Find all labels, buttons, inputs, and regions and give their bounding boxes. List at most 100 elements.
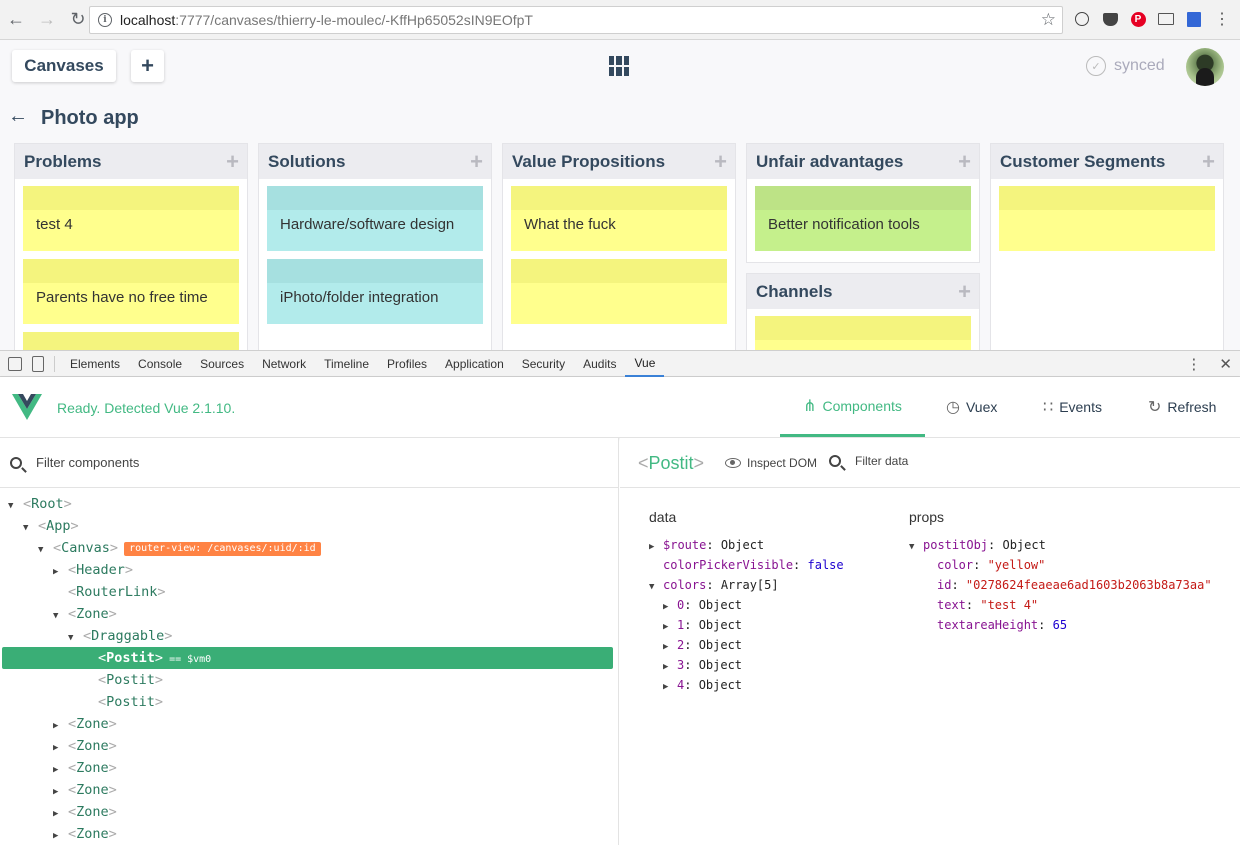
inspect-dom-button[interactable]: Inspect DOM xyxy=(725,456,817,470)
close-icon[interactable]: ✕ xyxy=(1219,355,1232,373)
tree-node[interactable]: ▶ <Zone> xyxy=(0,713,117,735)
collapsed-arrow-icon[interactable]: ▶ xyxy=(663,637,677,657)
tree-node[interactable]: ▶ <Zone> xyxy=(0,757,117,779)
data-row[interactable]: ▶ 2: Object xyxy=(663,635,742,655)
collapsed-arrow-icon[interactable]: ▶ xyxy=(53,781,68,803)
postit[interactable] xyxy=(755,316,971,350)
tree-node[interactable]: ▶ <Zone> xyxy=(0,735,117,757)
canvases-button[interactable]: Canvases xyxy=(12,50,116,82)
collapsed-arrow-icon[interactable]: ▶ xyxy=(663,677,677,697)
data-row[interactable]: ▶ 0: Object xyxy=(663,595,742,615)
devtools-tab-timeline[interactable]: Timeline xyxy=(315,350,378,377)
tree-node[interactable]: <Postit> xyxy=(0,691,163,713)
devtools-tab-application[interactable]: Application xyxy=(436,350,513,377)
postit-text[interactable]: test 4 xyxy=(23,216,239,233)
address-bar[interactable]: i localhost:7777/canvases/thierry-le-mou… xyxy=(89,6,1063,34)
filter-components-row[interactable]: Filter components xyxy=(0,438,618,488)
prop-row[interactable]: ▼ postitObj: Object xyxy=(909,535,1046,555)
data-row[interactable]: ▶ 1: Object xyxy=(663,615,742,635)
postit[interactable]: Hardware/software design xyxy=(267,186,483,251)
prop-row[interactable]: textareaHeight: 65 xyxy=(937,615,1067,635)
expanded-arrow-icon[interactable]: ▼ xyxy=(909,537,923,557)
filter-data-row[interactable]: Filter data xyxy=(829,454,908,468)
expanded-arrow-icon[interactable]: ▼ xyxy=(53,605,68,627)
data-row[interactable]: ▶ $route: Object xyxy=(649,535,764,555)
prop-row[interactable]: color: "yellow" xyxy=(937,555,1045,575)
collapsed-arrow-icon[interactable]: ▶ xyxy=(53,759,68,781)
collapsed-arrow-icon[interactable]: ▶ xyxy=(53,803,68,825)
postit[interactable]: iPhoto/folder integration xyxy=(267,259,483,324)
collapsed-arrow-icon[interactable]: ▶ xyxy=(53,825,68,847)
expanded-arrow-icon[interactable]: ▼ xyxy=(649,577,663,597)
extension-icon[interactable] xyxy=(1073,10,1091,28)
devtools-menu-icon[interactable]: ⋮ xyxy=(1186,355,1201,373)
expanded-arrow-icon[interactable]: ▼ xyxy=(38,539,53,561)
collapsed-arrow-icon[interactable]: ▶ xyxy=(663,617,677,637)
pocket-icon[interactable] xyxy=(1101,10,1119,28)
postit-text[interactable]: What the fuck xyxy=(511,216,727,233)
data-row[interactable]: ▶ 3: Object xyxy=(663,655,742,675)
prop-row[interactable]: text: "test 4" xyxy=(937,595,1038,615)
collapsed-arrow-icon[interactable]: ▶ xyxy=(663,597,677,617)
postit-text[interactable]: Better notification tools xyxy=(755,216,971,233)
expanded-arrow-icon[interactable]: ▼ xyxy=(8,495,23,517)
devtools-tab-profiles[interactable]: Profiles xyxy=(378,350,436,377)
add-postit-button[interactable]: + xyxy=(958,279,971,305)
devtools-tab-elements[interactable]: Elements xyxy=(61,350,129,377)
back-arrow-icon[interactable]: ← xyxy=(5,9,27,31)
tree-node[interactable]: <RouterLink> xyxy=(0,581,166,603)
expanded-arrow-icon[interactable]: ▼ xyxy=(23,517,38,539)
tree-node[interactable]: ▶ <Zone> xyxy=(0,779,117,801)
add-postit-button[interactable]: + xyxy=(714,149,727,175)
devtools-tab-audits[interactable]: Audits xyxy=(574,350,625,377)
collapsed-arrow-icon[interactable]: ▶ xyxy=(53,715,68,737)
devtools-tab-sources[interactable]: Sources xyxy=(191,350,253,377)
pinterest-icon[interactable]: P xyxy=(1129,10,1147,28)
postit-text[interactable]: Hardware/software design xyxy=(267,216,483,233)
prop-row[interactable]: id: "0278624feaeae6ad1603b2063b8a73aa" xyxy=(937,575,1212,595)
tree-node[interactable]: ▼ <App> xyxy=(0,515,79,537)
expanded-arrow-icon[interactable]: ▼ xyxy=(68,627,83,649)
refresh-button[interactable]: ↻ Refresh xyxy=(1148,377,1216,437)
tab-events[interactable]: ∷ Events xyxy=(1043,377,1102,437)
collapsed-arrow-icon[interactable]: ▶ xyxy=(53,561,68,583)
bookmark-extension-icon[interactable] xyxy=(1185,10,1203,28)
cast-icon[interactable] xyxy=(1157,10,1175,28)
avatar[interactable] xyxy=(1186,48,1224,86)
postit[interactable]: Parents have no free time xyxy=(23,259,239,324)
add-postit-button[interactable]: + xyxy=(470,149,483,175)
postit[interactable] xyxy=(23,332,239,350)
tree-node-selected[interactable]: <Postit> == $vm0 xyxy=(2,647,613,669)
devtools-tab-vue[interactable]: Vue xyxy=(625,350,665,377)
postit[interactable]: test 4 xyxy=(23,186,239,251)
data-row[interactable]: ▼ colors: Array[5] xyxy=(649,575,779,595)
tree-node[interactable]: ▼ <Root> xyxy=(0,493,72,515)
tree-node[interactable]: <Postit> xyxy=(0,669,163,691)
info-icon[interactable]: i xyxy=(98,13,112,27)
filter-data-input[interactable]: Filter data xyxy=(855,454,908,468)
collapsed-arrow-icon[interactable]: ▶ xyxy=(649,537,663,557)
postit[interactable]: What the fuck xyxy=(511,186,727,251)
filter-components-input[interactable]: Filter components xyxy=(36,455,139,470)
postit-text[interactable]: Parents have no free time xyxy=(23,289,239,306)
postit[interactable] xyxy=(999,186,1215,251)
collapsed-arrow-icon[interactable]: ▶ xyxy=(663,657,677,677)
inspect-element-icon[interactable] xyxy=(8,356,22,371)
tab-vuex[interactable]: ◷ Vuex xyxy=(946,377,997,437)
tree-node[interactable]: ▼ <Draggable> xyxy=(0,625,172,647)
bookmark-star-icon[interactable]: ☆ xyxy=(1041,10,1056,30)
postit-text[interactable]: iPhoto/folder integration xyxy=(267,289,483,306)
tree-node[interactable]: ▼ <Canvas> router-view: /canvases/:uid/:id xyxy=(0,537,321,559)
data-row[interactable]: ▶ 4: Object xyxy=(663,675,742,695)
tree-node[interactable]: ▶ <Header> xyxy=(0,559,133,581)
devtools-tab-security[interactable]: Security xyxy=(513,350,574,377)
postit[interactable] xyxy=(511,259,727,324)
devtools-tab-network[interactable]: Network xyxy=(253,350,315,377)
add-canvas-button[interactable]: + xyxy=(131,50,164,82)
reload-icon[interactable]: ↻ xyxy=(67,9,89,31)
devtools-tab-console[interactable]: Console xyxy=(129,350,191,377)
tree-node[interactable]: ▼ <Zone> xyxy=(0,603,117,625)
add-postit-button[interactable]: + xyxy=(226,149,239,175)
forward-arrow-icon[interactable]: → xyxy=(36,9,58,31)
postit[interactable]: Better notification tools xyxy=(755,186,971,251)
